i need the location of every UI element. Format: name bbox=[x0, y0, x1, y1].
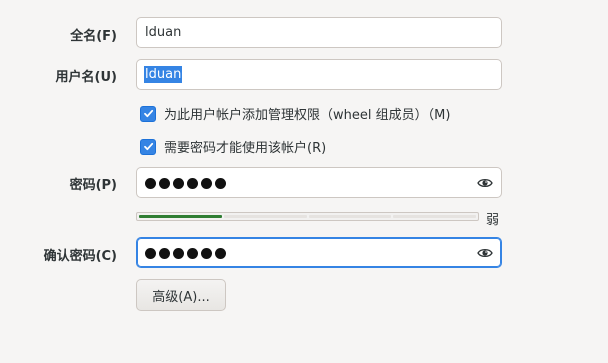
fullname-label: 全名(F) bbox=[70, 29, 117, 44]
require-password-label: 需要密码才能使用该帐户(R) bbox=[164, 141, 327, 156]
password-dot bbox=[145, 248, 156, 259]
confirm-password-dots bbox=[145, 248, 226, 259]
password-dot bbox=[215, 248, 226, 259]
username-input[interactable]: lduan bbox=[136, 59, 502, 90]
password-strength-text: 弱 bbox=[486, 213, 500, 228]
password-dot bbox=[215, 178, 226, 189]
password-dot bbox=[159, 248, 170, 259]
password-dot bbox=[187, 178, 198, 189]
password-strength-bar bbox=[136, 212, 479, 221]
admin-checkbox-row[interactable]: 为此用户帐户添加管理权限（wheel 组成员）（M) bbox=[140, 104, 450, 123]
strength-segment bbox=[223, 215, 307, 218]
strength-segment bbox=[139, 215, 222, 218]
require-password-row[interactable]: 需要密码才能使用该帐户(R) bbox=[140, 137, 326, 156]
password-dots bbox=[145, 178, 226, 189]
strength-segment bbox=[308, 215, 392, 218]
admin-checkbox[interactable] bbox=[140, 105, 156, 122]
checkmark-icon bbox=[143, 142, 153, 151]
eye-icon[interactable] bbox=[477, 246, 493, 260]
username-value: lduan bbox=[144, 66, 183, 83]
password-dot bbox=[159, 178, 170, 189]
advanced-button[interactable]: 高级(A)... bbox=[136, 279, 226, 311]
username-label: 用户名(U) bbox=[55, 70, 117, 85]
password-input[interactable] bbox=[136, 167, 502, 198]
confirm-password-label: 确认密码(C) bbox=[43, 249, 117, 264]
eye-icon[interactable] bbox=[477, 176, 493, 190]
checkmark-icon bbox=[143, 109, 153, 118]
confirm-password-input[interactable] bbox=[136, 237, 502, 268]
password-dot bbox=[173, 248, 184, 259]
fullname-input[interactable]: lduan bbox=[136, 17, 502, 48]
password-dot bbox=[173, 178, 184, 189]
fullname-value: lduan bbox=[145, 25, 182, 40]
require-password-checkbox[interactable] bbox=[140, 138, 156, 155]
admin-checkbox-label: 为此用户帐户添加管理权限（wheel 组成员）（M) bbox=[164, 108, 451, 123]
password-dot bbox=[145, 178, 156, 189]
password-dot bbox=[201, 248, 212, 259]
password-dot bbox=[201, 178, 212, 189]
password-dot bbox=[187, 248, 198, 259]
strength-segment bbox=[393, 215, 476, 218]
password-label: 密码(P) bbox=[69, 178, 117, 193]
